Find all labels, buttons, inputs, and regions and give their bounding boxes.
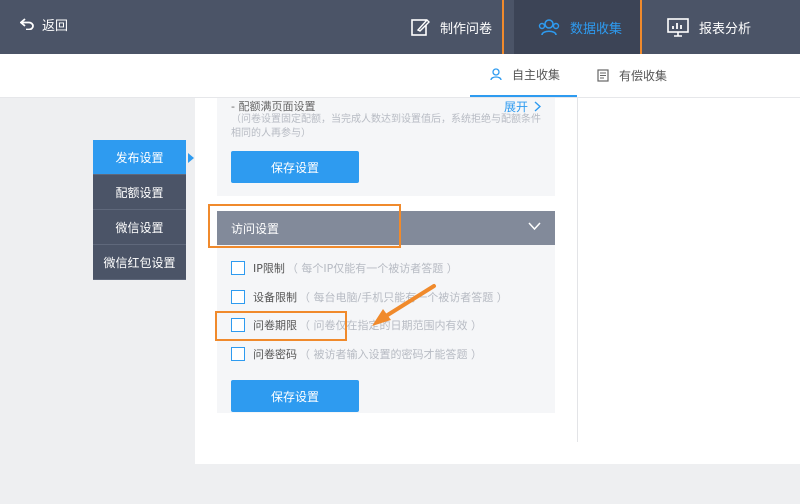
tab-self-collect[interactable]: 自主收集	[470, 54, 577, 97]
visit-settings-panel: 访问设置 保存设置	[217, 211, 555, 413]
survey-period-label: 问卷期限	[253, 319, 297, 332]
nav-report-analysis-label: 报表分析	[699, 21, 752, 37]
settings-side-menu: 发布设置 配额设置 微信设置 微信红包设置	[93, 140, 194, 280]
survey-password-label: 问卷密码	[253, 348, 297, 361]
back-label: 返回	[42, 18, 69, 34]
quota-description: （问卷设置固定配额，当完成人数达到设置值后，系统拒绝与配额条件相同的人再参与）	[231, 114, 541, 139]
back-button[interactable]: 返回	[20, 14, 68, 34]
visit-settings-title: 访问设置	[231, 221, 280, 236]
ip-limit-checkbox[interactable]	[231, 261, 245, 275]
device-limit-desc: （ 每台电脑/手机只能有一个被访者答题 ）	[299, 291, 508, 304]
survey-password-desc: （ 被访者输入设置的密码才能答题 ）	[299, 348, 482, 361]
visit-settings-header[interactable]: 访问设置	[217, 211, 555, 245]
menu-publish-settings[interactable]: 发布设置	[93, 140, 194, 175]
sub-tab-bar: 自主收集 有偿收集	[0, 54, 800, 98]
back-arrow-icon	[20, 18, 34, 30]
menu-wechat-redpacket-settings[interactable]: 微信红包设置	[93, 245, 186, 280]
menu-wechat-redpacket-label: 微信红包设置	[103, 255, 176, 270]
user-icon	[490, 68, 502, 81]
content-divider	[577, 98, 578, 442]
ip-limit-desc: （ 每个IP仅能有一个被访者答题 ）	[286, 262, 458, 275]
ip-limit-label: IP限制	[253, 262, 285, 275]
menu-wechat-settings-label: 微信设置	[115, 220, 164, 235]
option-survey-period: 问卷期限 （ 问卷仅在指定的日期范围内有效 ）	[231, 317, 482, 333]
option-device-limit: 设备限制 （ 每台电脑/手机只能有一个被访者答题 ）	[231, 289, 508, 305]
menu-quota-settings-label: 配额设置	[115, 185, 164, 200]
document-icon	[597, 69, 609, 82]
menu-wechat-settings[interactable]: 微信设置	[93, 210, 186, 245]
edit-icon	[411, 18, 430, 36]
tab-self-collect-label: 自主收集	[512, 68, 561, 82]
device-limit-label: 设备限制	[253, 291, 297, 304]
nav-data-collect-label: 数据收集	[570, 21, 623, 37]
nav-report-analysis[interactable]: 报表分析	[667, 0, 751, 54]
option-ip-limit: IP限制 （ 每个IP仅能有一个被访者答题 ）	[231, 260, 458, 276]
nav-data-collect[interactable]: 数据收集	[514, 0, 640, 54]
top-bar: 返回 制作问卷 数据收集 报表分析	[0, 0, 800, 54]
survey-period-checkbox[interactable]	[231, 318, 245, 332]
device-limit-checkbox[interactable]	[231, 290, 245, 304]
tab-paid-collect[interactable]: 有偿收集	[597, 54, 667, 97]
menu-publish-settings-label: 发布设置	[115, 150, 164, 165]
chart-icon	[667, 18, 689, 37]
option-survey-password: 问卷密码 （ 被访者输入设置的密码才能答题 ）	[231, 346, 482, 362]
chevron-right-icon	[534, 101, 541, 112]
quota-save-button[interactable]: 保存设置	[231, 151, 359, 183]
survey-password-checkbox[interactable]	[231, 347, 245, 361]
menu-quota-settings[interactable]: 配额设置	[93, 175, 186, 210]
nav-make-survey[interactable]: 制作问卷	[410, 0, 492, 54]
nav-make-survey-label: 制作问卷	[440, 21, 493, 37]
visit-save-button[interactable]: 保存设置	[231, 380, 359, 412]
users-icon	[538, 19, 560, 36]
tab-paid-collect-label: 有偿收集	[619, 69, 668, 83]
quota-title: - 配额满页面设置	[231, 100, 316, 113]
survey-period-desc: （ 问卷仅在指定的日期范围内有效 ）	[299, 319, 482, 332]
chevron-down-icon	[528, 222, 541, 231]
quota-page-panel: - 配额满页面设置 展开 （问卷设置固定配额，当完成人数达到设置值后，系统拒绝与…	[217, 98, 555, 196]
